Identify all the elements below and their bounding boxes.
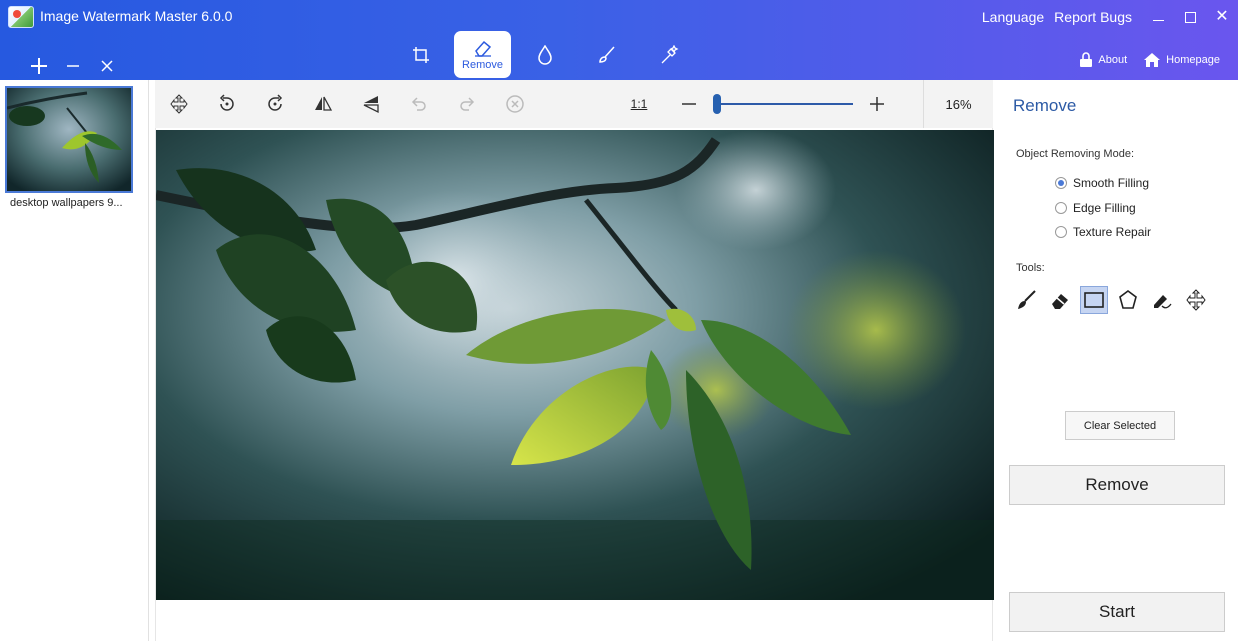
tab-crop[interactable] (392, 31, 449, 78)
about-link[interactable]: About (1079, 52, 1127, 68)
tab-remove-label: Remove (462, 58, 503, 71)
flip-vertical-button[interactable] (347, 80, 395, 128)
app-title: Image Watermark Master 6.0.0 (40, 8, 233, 24)
flip-horizontal-icon (315, 96, 333, 111)
lock-icon (1080, 52, 1093, 67)
actual-size-button[interactable]: 1:1 (615, 97, 663, 111)
homepage-link[interactable]: Homepage (1143, 52, 1220, 68)
flip-horizontal-button[interactable] (299, 80, 347, 128)
eraser-icon (1052, 294, 1068, 309)
remove-panel: Remove Object Removing Mode: Smooth Fill… (998, 80, 1238, 641)
radio-button[interactable] (1055, 202, 1067, 214)
move-icon (1186, 289, 1206, 311)
tab-watermark[interactable] (516, 31, 573, 78)
undo-icon (411, 97, 426, 111)
zoom-slider-thumb[interactable] (713, 94, 721, 114)
tab-magic[interactable] (640, 31, 697, 78)
panel-title: Remove (1013, 96, 1077, 115)
file-thumbnail (5, 86, 133, 193)
zoom-in-button[interactable] (853, 80, 901, 128)
close-icon: ✕ (1215, 8, 1229, 25)
report-bugs-link[interactable]: Report Bugs (1054, 9, 1132, 25)
maximize-window-button[interactable] (1178, 5, 1202, 29)
title-bar: Image Watermark Master 6.0.0 Language Re… (0, 0, 1238, 80)
tool-polygon-select[interactable] (1114, 286, 1142, 314)
drop-icon (537, 44, 552, 65)
file-list: desktop wallpapers 9... (0, 80, 149, 641)
right-links: About Homepage (1079, 52, 1220, 68)
tool-eraser[interactable] (1046, 286, 1074, 314)
clear-files-button[interactable] (90, 52, 124, 80)
rotate-left-button[interactable] (203, 80, 251, 128)
maximize-icon (1184, 11, 1196, 23)
zoom-out-button[interactable] (665, 80, 713, 128)
flip-vertical-icon (363, 96, 379, 114)
brush-icon (598, 45, 615, 63)
radio-smooth-filling[interactable]: Smooth Filling (1055, 176, 1149, 190)
remove-button[interactable]: Remove (1009, 465, 1225, 505)
remove-file-button[interactable] (56, 52, 90, 80)
plus-icon (870, 97, 884, 111)
move-icon (170, 94, 188, 114)
pen-lasso-icon (1154, 295, 1172, 309)
tool-move[interactable] (1182, 286, 1210, 314)
image-canvas[interactable] (155, 128, 994, 641)
home-icon (1144, 53, 1161, 67)
tool-rectangle-select[interactable] (1080, 286, 1108, 314)
redo-button[interactable] (443, 80, 491, 128)
eraser-icon (474, 40, 491, 57)
clear-selected-button[interactable]: Clear Selected (1065, 411, 1175, 440)
image-toolbar: 1:1 16% (155, 80, 993, 128)
add-file-button[interactable] (22, 52, 56, 80)
file-actions (22, 52, 124, 80)
zoom-slider-track (713, 103, 853, 105)
radio-texture-repair[interactable]: Texture Repair (1055, 225, 1151, 239)
undo-button[interactable] (395, 80, 443, 128)
close-window-button[interactable]: ✕ (1210, 5, 1234, 29)
minimize-window-button[interactable] (1146, 5, 1170, 29)
radio-label: Smooth Filling (1073, 176, 1150, 190)
magic-wand-icon (661, 44, 678, 63)
cancel-button[interactable] (491, 80, 539, 128)
radio-button[interactable] (1055, 226, 1067, 238)
radio-label: Texture Repair (1073, 225, 1152, 239)
homepage-label: Homepage (1166, 54, 1220, 66)
polygon-select-icon (1119, 290, 1137, 309)
app-logo (8, 6, 34, 28)
mode-label: Object Removing Mode: (1016, 148, 1134, 160)
rectangle-select-icon (1084, 292, 1104, 308)
minus-icon (682, 103, 696, 105)
file-item[interactable]: desktop wallpapers 9... (5, 86, 135, 209)
start-button[interactable]: Start (1009, 592, 1225, 632)
minus-icon (67, 65, 79, 67)
mode-tabs: Remove (392, 31, 702, 78)
photo-preview[interactable] (156, 130, 994, 600)
tab-brush[interactable] (578, 31, 635, 78)
brush-icon (1018, 290, 1036, 309)
tools-label: Tools: (1016, 262, 1045, 274)
plus-icon (31, 58, 47, 74)
radio-button[interactable] (1055, 177, 1067, 189)
language-menu[interactable]: Language (982, 9, 1044, 25)
tool-pen-lasso[interactable] (1148, 286, 1176, 314)
top-links: Language Report Bugs ✕ (982, 0, 1238, 34)
tab-remove[interactable]: Remove (454, 31, 511, 78)
about-label: About (1098, 54, 1128, 66)
move-button[interactable] (155, 80, 203, 128)
cancel-circle-icon (506, 95, 524, 113)
file-name: desktop wallpapers 9... (10, 197, 123, 209)
tool-brush[interactable] (1012, 286, 1040, 314)
redo-icon (460, 97, 475, 111)
minimize-icon (1152, 19, 1164, 21)
close-icon (101, 60, 113, 72)
zoom-slider[interactable] (713, 92, 853, 116)
tools-row (1012, 286, 1210, 314)
radio-label: Edge Filling (1073, 201, 1136, 215)
zoom-value: 16% (923, 80, 993, 128)
rotate-left-icon (219, 94, 234, 111)
rotate-right-icon (268, 94, 283, 111)
radio-edge-filling[interactable]: Edge Filling (1055, 201, 1136, 215)
rotate-right-button[interactable] (251, 80, 299, 128)
crop-icon (412, 46, 429, 63)
